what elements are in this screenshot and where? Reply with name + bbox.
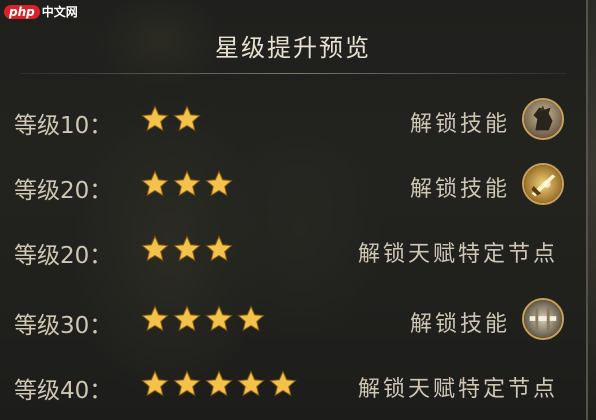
level-row-3: 等级20： 解锁天赋特定节点 bbox=[0, 230, 586, 270]
star-icon bbox=[141, 170, 169, 197]
golden-sword-icon[interactable] bbox=[522, 163, 564, 205]
star-icon bbox=[141, 105, 169, 132]
watermark-text: 中文网 bbox=[41, 5, 78, 19]
watermark-logo: php bbox=[4, 4, 40, 19]
star-icon bbox=[173, 235, 201, 262]
watermark: php 中文网 bbox=[4, 3, 78, 20]
star-icon bbox=[141, 305, 169, 332]
unlock-text: 解锁技能 bbox=[409, 112, 510, 137]
star-icon bbox=[173, 370, 201, 397]
star-rating bbox=[140, 304, 266, 334]
unlock-text: 解锁天赋特定节点 bbox=[357, 242, 558, 267]
panel-title: 星级提升预览 bbox=[215, 34, 371, 62]
level-label: 等级20： bbox=[14, 243, 113, 269]
star-rating bbox=[140, 169, 234, 199]
star-icon bbox=[173, 170, 201, 197]
star-icon bbox=[269, 370, 297, 397]
level-label: 等级30： bbox=[14, 313, 113, 339]
unlock-text: 解锁技能 bbox=[409, 177, 510, 202]
star-rating bbox=[140, 104, 202, 134]
star-rating bbox=[140, 369, 298, 399]
unlock-text: 解锁技能 bbox=[409, 312, 510, 337]
star-icon bbox=[173, 305, 201, 332]
star-icon bbox=[205, 370, 233, 397]
level-label: 等级40： bbox=[14, 378, 113, 404]
star-icon bbox=[205, 235, 233, 262]
level-row-1: 等级10： 解锁技能 bbox=[0, 98, 586, 140]
star-preview-panel: php 中文网 星级提升预览 等级10： 解锁技能 等级20： 解锁技能 等级2… bbox=[0, 0, 588, 420]
silver-weapon-icon[interactable] bbox=[522, 298, 564, 340]
level-label: 等级20： bbox=[14, 178, 113, 204]
unlock-text: 解锁天赋特定节点 bbox=[357, 377, 558, 402]
level-row-4: 等级30： 解锁技能 bbox=[0, 298, 586, 340]
star-icon bbox=[205, 170, 233, 197]
star-icon bbox=[237, 305, 265, 332]
level-row-2: 等级20： 解锁技能 bbox=[0, 163, 586, 205]
star-icon bbox=[173, 105, 201, 132]
title-divider bbox=[20, 73, 566, 74]
star-icon bbox=[237, 370, 265, 397]
star-icon bbox=[141, 370, 169, 397]
star-icon bbox=[141, 235, 169, 262]
level-row-5: 等级40： 解锁天赋特定节点 bbox=[0, 365, 586, 405]
star-rating bbox=[140, 234, 234, 264]
horse-icon[interactable] bbox=[522, 98, 564, 140]
level-label: 等级10： bbox=[14, 113, 113, 139]
star-icon bbox=[205, 305, 233, 332]
